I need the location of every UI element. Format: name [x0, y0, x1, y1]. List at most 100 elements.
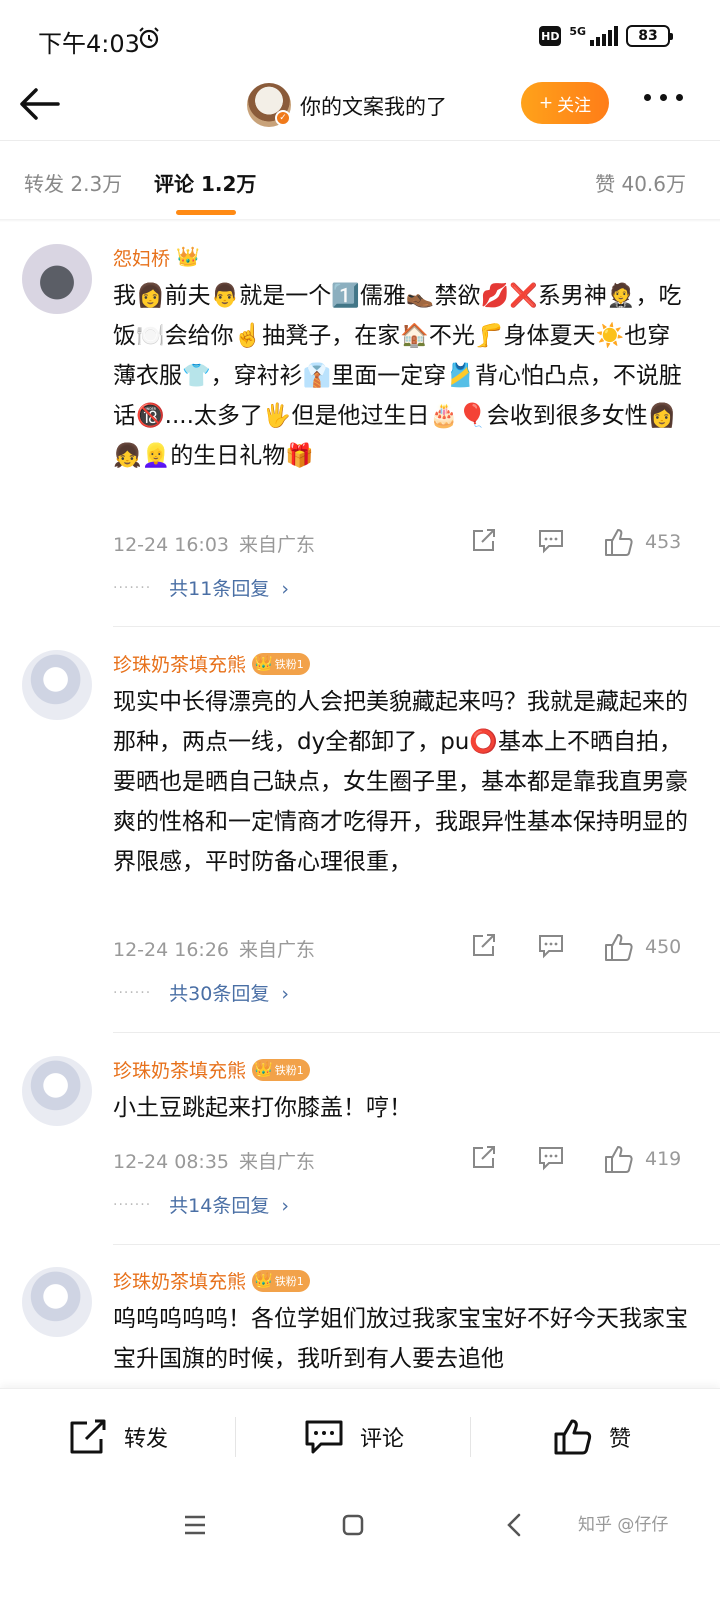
- fan-badge: 👑 铁粉1: [252, 1058, 310, 1081]
- divider: [113, 626, 720, 627]
- reply-dots: ·······: [113, 579, 152, 596]
- view-replies-link[interactable]: 共30条回复 ›: [169, 979, 289, 1006]
- comment-icon[interactable]: [537, 527, 565, 555]
- status-bar: 下午4:03 HD 5G 83: [0, 0, 720, 72]
- fan-badge: 👑 铁粉1: [252, 1269, 310, 1292]
- fan-badge: 👑 铁粉1: [252, 652, 310, 675]
- share-icon[interactable]: [469, 527, 497, 555]
- comment-item: 怨妇桥 👑 我👩前夫👨就是一个1️⃣儒雅👞禁欲💋❌系男神🤵，吃饭🍽️会给你☝️抽…: [0, 240, 720, 627]
- comment-icon[interactable]: [537, 1144, 565, 1172]
- comment-meta: 12-24 08:35 来自广东 419: [113, 1144, 688, 1174]
- comment-item: 珍珠奶茶填充熊 👑 铁粉1 呜呜呜呜呜！各位学姐们放过我家宝宝好不好今天我家宝宝升…: [0, 1263, 720, 1388]
- repost-label: 转发: [124, 1427, 169, 1452]
- divider: [113, 1032, 720, 1033]
- share-icon[interactable]: [469, 1144, 497, 1172]
- like-count: 450: [645, 936, 682, 958]
- chevron-right-icon: ›: [281, 578, 289, 600]
- comment-text: 我👩前夫👨就是一个1️⃣儒雅👞禁欲💋❌系男神🤵，吃饭🍽️会给你☝️抽凳子，在家🏠…: [113, 283, 682, 469]
- chevron-right-icon: ›: [281, 983, 289, 1005]
- thumbs-up-icon: [605, 934, 633, 961]
- comment-button[interactable]: 评论: [304, 1389, 404, 1485]
- like-button[interactable]: 453: [603, 527, 681, 557]
- avatar[interactable]: [22, 244, 92, 314]
- replies-label: 共11条回复: [169, 578, 270, 600]
- verified-badge-icon: ✓: [275, 110, 291, 126]
- chevron-right-icon: ›: [281, 1195, 289, 1217]
- reply-dots: ·······: [113, 984, 152, 1001]
- like-button[interactable]: 赞: [553, 1389, 631, 1485]
- tab-comment[interactable]: 评论 1.2万: [154, 168, 256, 197]
- username[interactable]: 怨妇桥: [113, 244, 170, 271]
- follow-label: 关注: [557, 95, 592, 116]
- divider: [470, 1417, 471, 1457]
- like-button[interactable]: 419: [603, 1144, 681, 1174]
- active-tab-indicator: [176, 210, 236, 215]
- alarm-clock-icon: [139, 27, 159, 49]
- tab-bar: 转发 2.3万 评论 1.2万 赞 40.6万: [0, 141, 720, 219]
- watermark: 知乎 @仔仔: [578, 1515, 669, 1535]
- crown-icon: 👑: [254, 1271, 273, 1289]
- replies-label: 共30条回复: [169, 983, 270, 1005]
- comment-meta: 12-24 16:26 来自广东 450: [113, 932, 688, 962]
- comment-item: 珍珠奶茶填充熊 👑 铁粉1 小土豆跳起来打你膝盖！哼！ 12-24 08:35 来自…: [0, 1052, 720, 1245]
- username[interactable]: 珍珠奶茶填充熊: [113, 1056, 246, 1083]
- view-replies-link[interactable]: 共11条回复 ›: [169, 574, 289, 601]
- share-icon[interactable]: [469, 932, 497, 960]
- replies-row: ······· 共14条回复 ›: [113, 1191, 289, 1218]
- home-icon[interactable]: [341, 1513, 365, 1537]
- thumbs-up-icon: [605, 1146, 633, 1173]
- menu-icon[interactable]: [183, 1514, 207, 1536]
- like-button[interactable]: 450: [603, 932, 681, 962]
- replies-label: 共14条回复: [169, 1195, 270, 1217]
- like-count: 419: [645, 1148, 682, 1170]
- hd-badge: HD: [539, 26, 562, 46]
- username-row: 珍珠奶茶填充熊 👑 铁粉1: [113, 650, 310, 677]
- follow-button[interactable]: + 关注: [521, 82, 609, 124]
- back-icon[interactable]: [505, 1512, 523, 1538]
- avatar[interactable]: [22, 650, 92, 720]
- comment-source: 来自广东: [239, 534, 316, 556]
- status-indicators: HD 5G 83: [539, 25, 673, 47]
- divider: [235, 1417, 236, 1457]
- comment-time: 12-24 08:35: [113, 1151, 230, 1173]
- crown-icon: 👑: [254, 1060, 273, 1078]
- avatar[interactable]: [22, 1056, 92, 1126]
- status-time: 下午4:03: [38, 30, 140, 58]
- comment-time: 12-24 16:03: [113, 534, 230, 556]
- thumbs-up-icon: [605, 529, 633, 556]
- back-arrow-icon[interactable]: [16, 84, 64, 124]
- thumbs-up-icon: [554, 1419, 592, 1455]
- author-name[interactable]: 你的文案我的了: [300, 91, 447, 121]
- comment-text: 现实中长得漂亮的人会把美貌藏起来吗？我就是藏起来的那种，两点一线，dy全都卸了，…: [113, 689, 688, 875]
- comment-icon: [305, 1420, 343, 1454]
- share-icon: [70, 1419, 106, 1454]
- view-replies-link[interactable]: 共14条回复 ›: [169, 1191, 289, 1218]
- tab-repost[interactable]: 转发 2.3万: [24, 168, 122, 197]
- username-row: 珍珠奶茶填充熊 👑 铁粉1: [113, 1267, 310, 1294]
- username-row: 珍珠奶茶填充熊 👑 铁粉1: [113, 1056, 310, 1083]
- fan-badge-label: 铁粉1: [274, 1274, 304, 1288]
- crown-icon: 👑: [176, 246, 200, 268]
- more-options-icon[interactable]: [644, 94, 683, 101]
- divider: [113, 1244, 720, 1245]
- comment-text: 小土豆跳起来打你膝盖！哼！: [113, 1095, 412, 1121]
- comment-source: 来自广东: [239, 939, 316, 961]
- comment-item: 珍珠奶茶填充熊 👑 铁粉1 现实中长得漂亮的人会把美貌藏起来吗？我就是藏起来的那种…: [0, 646, 720, 1033]
- like-count: 453: [645, 531, 682, 553]
- tab-like[interactable]: 赞 40.6万: [595, 168, 686, 197]
- username[interactable]: 珍珠奶茶填充熊: [113, 650, 246, 677]
- replies-row: ······· 共11条回复 ›: [113, 574, 289, 601]
- comment-icon[interactable]: [537, 932, 565, 960]
- username[interactable]: 珍珠奶茶填充熊: [113, 1267, 246, 1294]
- avatar[interactable]: [22, 1267, 92, 1337]
- comment-time: 12-24 16:26: [113, 939, 230, 961]
- fan-badge-label: 铁粉1: [274, 657, 304, 671]
- replies-row: ······· 共30条回复 ›: [113, 979, 289, 1006]
- repost-button[interactable]: 转发: [68, 1389, 168, 1485]
- battery-icon: 83: [626, 25, 673, 47]
- signal-strength-icon: [590, 26, 618, 46]
- bottom-action-bar: 转发 评论 赞: [0, 1388, 720, 1484]
- comment-text: 呜呜呜呜呜！各位学姐们放过我家宝宝好不好今天我家宝宝升国旗的时候，我听到有人要去…: [113, 1306, 688, 1372]
- divider: [0, 219, 720, 222]
- comment-timestamp: 12-24 08:35 来自广东: [113, 1147, 315, 1174]
